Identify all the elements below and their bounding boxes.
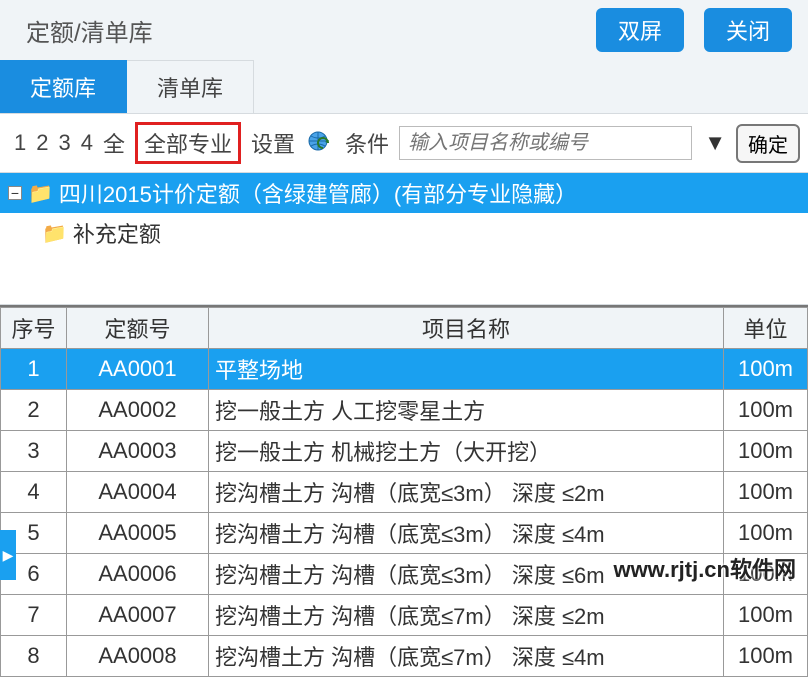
col-unit[interactable]: 单位 <box>724 308 808 349</box>
all-major-button[interactable]: 全部专业 <box>135 122 241 164</box>
dropdown-icon[interactable]: ▼ <box>700 130 730 156</box>
globe-refresh-icon[interactable] <box>303 130 337 156</box>
side-expand-tab[interactable]: ▶ <box>0 530 16 580</box>
tree-root-label: 四川2015计价定额（含绿建管廊）(有部分专业隐藏） <box>59 177 577 209</box>
tree-child-row[interactable]: 📁 补充定额 <box>0 213 808 253</box>
search-input[interactable] <box>399 126 692 160</box>
data-table: 序号 定额号 项目名称 单位 1 AA0001 平整场地 100m 2 AA00… <box>0 305 808 677</box>
tabs: 定额库 清单库 <box>0 60 808 114</box>
col-code[interactable]: 定额号 <box>67 308 209 349</box>
level-4[interactable]: 4 <box>79 130 95 156</box>
table-row[interactable]: 2 AA0002 挖一般土方 人工挖零星土方 100m <box>1 390 808 431</box>
table-row[interactable]: 4 AA0004 挖沟槽土方 沟槽（底宽≤3m） 深度 ≤2m 100m <box>1 472 808 513</box>
folder-icon: 📁 <box>28 181 53 206</box>
tree: − 📁 四川2015计价定额（含绿建管廊）(有部分专业隐藏） 📁 补充定额 <box>0 173 808 305</box>
level-2[interactable]: 2 <box>34 130 50 156</box>
table-row[interactable]: 3 AA0003 挖一般土方 机械挖土方（大开挖） 100m <box>1 431 808 472</box>
table-body: 1 AA0001 平整场地 100m 2 AA0002 挖一般土方 人工挖零星土… <box>1 349 808 677</box>
tab-quota[interactable]: 定额库 <box>0 60 127 113</box>
table-header-row: 序号 定额号 项目名称 单位 <box>1 308 808 349</box>
table-row[interactable]: 1 AA0001 平整场地 100m <box>1 349 808 390</box>
dual-screen-button[interactable]: 双屏 <box>596 8 684 52</box>
tree-child-label: 补充定额 <box>73 217 161 249</box>
header-title: 定额/清单库 <box>26 13 153 48</box>
table-row[interactable]: 8 AA0008 挖沟槽土方 沟槽（底宽≤7m） 深度 ≤4m 100m <box>1 636 808 677</box>
col-no[interactable]: 序号 <box>1 308 67 349</box>
toolbar: 1 2 3 4 全 全部专业 设置 条件 ▼ 确定 <box>0 114 808 173</box>
folder-icon: 📁 <box>42 221 67 246</box>
level-3[interactable]: 3 <box>57 130 73 156</box>
tab-list[interactable]: 清单库 <box>127 60 254 113</box>
table-row[interactable]: 7 AA0007 挖沟槽土方 沟槽（底宽≤7m） 深度 ≤2m 100m <box>1 595 808 636</box>
table-row[interactable]: 6 AA0006 挖沟槽土方 沟槽（底宽≤3m） 深度 ≤6m 100m <box>1 554 808 595</box>
header-buttons: 双屏 关闭 <box>596 8 792 52</box>
close-button[interactable]: 关闭 <box>704 8 792 52</box>
confirm-button[interactable]: 确定 <box>736 124 800 163</box>
tree-root-row[interactable]: − 📁 四川2015计价定额（含绿建管廊）(有部分专业隐藏） <box>0 173 808 213</box>
level-1[interactable]: 1 <box>12 130 28 156</box>
collapse-icon[interactable]: − <box>8 186 22 200</box>
all-short[interactable]: 全 <box>101 127 127 159</box>
settings-button[interactable]: 设置 <box>249 127 297 159</box>
header: 定额/清单库 双屏 关闭 <box>0 0 808 60</box>
col-name[interactable]: 项目名称 <box>209 308 724 349</box>
table-row[interactable]: 5 AA0005 挖沟槽土方 沟槽（底宽≤3m） 深度 ≤4m 100m <box>1 513 808 554</box>
conditions-button[interactable]: 条件 <box>343 127 391 159</box>
